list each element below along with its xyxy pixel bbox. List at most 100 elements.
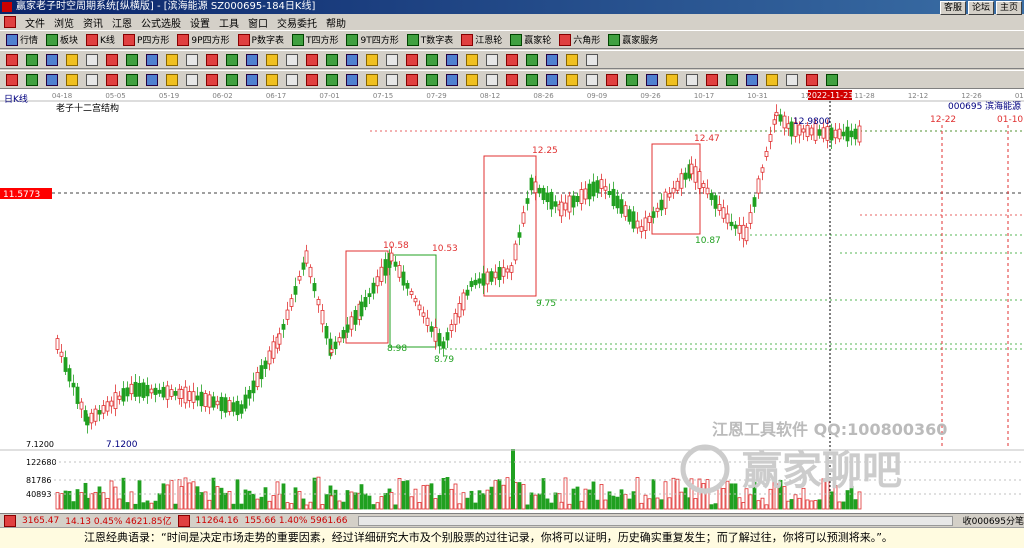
drawing-tool-9-icon[interactable]	[166, 53, 178, 66]
menu-news[interactable]: 资讯	[83, 15, 103, 30]
analysis-tool-36-icon[interactable]	[706, 73, 718, 86]
kline-chart[interactable]: 04-18 05-05 05-19 06-02 06-17 07-01 07-15 07-29…	[0, 89, 1024, 513]
winner-wheel-button[interactable]: 赢家轮	[510, 33, 551, 46]
analysis-tool-20-icon[interactable]	[386, 73, 398, 86]
drawing-tool-28-icon[interactable]	[546, 53, 558, 66]
home-button[interactable]: 主页	[995, 1, 1022, 15]
analysis-tool-23-icon[interactable]	[446, 73, 458, 86]
menu-formula[interactable]: 公式选股	[141, 15, 181, 30]
analysis-tool-38-icon[interactable]	[746, 73, 758, 86]
menu-browse[interactable]: 浏览	[54, 15, 74, 30]
analysis-tool-26-icon[interactable]	[506, 73, 518, 86]
drawing-tool-21-icon[interactable]	[406, 53, 418, 66]
analysis-tool-34-icon[interactable]	[666, 73, 678, 86]
drawing-tool-1-icon[interactable]	[6, 53, 18, 66]
analysis-tool-1-icon[interactable]	[6, 73, 18, 86]
analysis-tool-14-icon[interactable]	[266, 73, 278, 86]
drawing-tool-18-icon[interactable]	[346, 53, 358, 66]
analysis-tool-31-icon[interactable]	[606, 73, 618, 86]
analysis-tool-18-icon[interactable]	[346, 73, 358, 86]
analysis-tool-13-icon[interactable]	[246, 73, 258, 86]
drawing-tool-11-icon[interactable]	[206, 53, 218, 66]
analysis-tool-41-icon[interactable]	[806, 73, 818, 86]
analysis-tool-25-icon[interactable]	[486, 73, 498, 86]
menu-trade[interactable]: 交易委托	[277, 15, 317, 30]
analysis-tool-24-icon[interactable]	[466, 73, 478, 86]
drawing-tool-19-icon[interactable]	[366, 53, 378, 66]
drawing-tool-25-icon[interactable]	[486, 53, 498, 66]
analysis-tool-15-icon[interactable]	[286, 73, 298, 86]
analysis-tool-42-icon[interactable]	[826, 73, 838, 86]
drawing-tool-2-icon[interactable]	[26, 53, 38, 66]
quotes-button[interactable]: 行情	[6, 33, 38, 46]
analysis-tool-35-icon[interactable]	[686, 73, 698, 86]
analysis-tool-6-icon[interactable]	[106, 73, 118, 86]
tick-data-label[interactable]: 收000695分笔	[963, 514, 1024, 527]
drawing-tool-27-icon[interactable]	[526, 53, 538, 66]
9p-square-button[interactable]: 9P四方形	[177, 33, 230, 46]
analysis-tool-29-icon[interactable]	[566, 73, 578, 86]
analysis-tool-11-icon[interactable]	[206, 73, 218, 86]
analysis-tool-19-icon[interactable]	[366, 73, 378, 86]
t-number-table-button[interactable]: T数字表	[406, 33, 453, 46]
analysis-tool-28-icon[interactable]	[546, 73, 558, 86]
drawing-tool-12-icon[interactable]	[226, 53, 238, 66]
drawing-tool-29-icon[interactable]	[566, 53, 578, 66]
analysis-tool-32-icon[interactable]	[626, 73, 638, 86]
menu-help[interactable]: 帮助	[326, 15, 346, 30]
drawing-tool-26-icon[interactable]	[506, 53, 518, 66]
menu-gann[interactable]: 江恩	[112, 15, 132, 30]
drawing-tool-4-icon[interactable]	[66, 53, 78, 66]
winner-service-button[interactable]: 赢家服务	[608, 33, 658, 46]
drawing-tool-8-icon[interactable]	[146, 53, 158, 66]
analysis-tool-33-icon[interactable]	[646, 73, 658, 86]
analysis-tool-21-icon[interactable]	[406, 73, 418, 86]
kline-button[interactable]: K线	[86, 33, 115, 46]
p-square-button[interactable]: P四方形	[122, 33, 169, 46]
9t-square-button[interactable]: 9T四方形	[346, 33, 399, 46]
drawing-tool-10-icon[interactable]	[186, 53, 198, 66]
drawing-tool-7-icon[interactable]	[126, 53, 138, 66]
menu-settings[interactable]: 设置	[190, 15, 210, 30]
analysis-tool-8-icon[interactable]	[146, 73, 158, 86]
drawing-tool-23-icon[interactable]	[446, 53, 458, 66]
analysis-tool-2-icon[interactable]	[26, 73, 38, 86]
analysis-tool-16-icon[interactable]	[306, 73, 318, 86]
p-number-table-button[interactable]: P数字表	[237, 33, 284, 46]
drawing-tool-13-icon[interactable]	[246, 53, 258, 66]
analysis-tool-39-icon[interactable]	[766, 73, 778, 86]
drawing-tool-3-icon[interactable]	[46, 53, 58, 66]
drawing-tool-20-icon[interactable]	[386, 53, 398, 66]
horizontal-scrollbar[interactable]	[357, 515, 953, 526]
sector-button[interactable]: 板块	[46, 33, 78, 46]
drawing-tool-14-icon[interactable]	[266, 53, 278, 66]
t-square-button[interactable]: T四方形	[291, 33, 338, 46]
hexagon-button[interactable]: 六角形	[559, 33, 600, 46]
drawing-tool-15-icon[interactable]	[286, 53, 298, 66]
menu-file[interactable]: 文件	[25, 15, 45, 30]
analysis-tool-40-icon[interactable]	[786, 73, 798, 86]
analysis-tool-9-icon[interactable]	[166, 73, 178, 86]
drawing-tool-16-icon[interactable]	[306, 53, 318, 66]
analysis-tool-30-icon[interactable]	[586, 73, 598, 86]
analysis-tool-12-icon[interactable]	[226, 73, 238, 86]
drawing-tool-17-icon[interactable]	[326, 53, 338, 66]
analysis-tool-7-icon[interactable]	[126, 73, 138, 86]
customer-service-button[interactable]: 客服	[939, 1, 966, 15]
drawing-tool-30-icon[interactable]	[586, 53, 598, 66]
drawing-tool-5-icon[interactable]	[86, 53, 98, 66]
analysis-tool-10-icon[interactable]	[186, 73, 198, 86]
menu-window[interactable]: 窗口	[248, 15, 268, 30]
analysis-tool-22-icon[interactable]	[426, 73, 438, 86]
analysis-tool-5-icon[interactable]	[86, 73, 98, 86]
analysis-tool-37-icon[interactable]	[726, 73, 738, 86]
drawing-tool-24-icon[interactable]	[466, 53, 478, 66]
analysis-tool-3-icon[interactable]	[46, 73, 58, 86]
menu-tools[interactable]: 工具	[219, 15, 239, 30]
analysis-tool-27-icon[interactable]	[526, 73, 538, 86]
analysis-tool-17-icon[interactable]	[326, 73, 338, 86]
drawing-tool-22-icon[interactable]	[426, 53, 438, 66]
forum-button[interactable]: 论坛	[967, 1, 994, 15]
gann-wheel-button[interactable]: 江恩轮	[461, 33, 502, 46]
analysis-tool-4-icon[interactable]	[66, 73, 78, 86]
